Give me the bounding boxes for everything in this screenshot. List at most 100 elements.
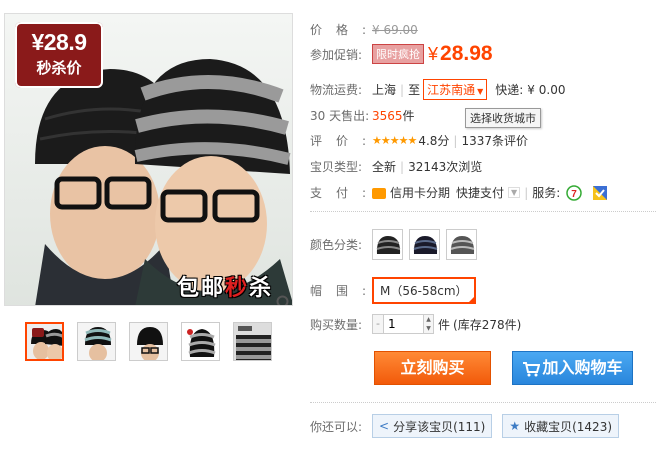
swatch-image <box>450 236 475 254</box>
item-type-label: 宝贝类型: <box>310 160 363 174</box>
price-badge: ¥28.9 秒杀价 <box>15 22 103 88</box>
thumbnail-1[interactable] <box>25 322 64 361</box>
add-to-cart-button[interactable]: 加入购物车 <box>512 351 633 385</box>
thumbnail-strip <box>25 322 272 361</box>
ship-to-word: 至 <box>408 83 421 97</box>
city-tooltip: 选择收货城市 <box>465 108 541 128</box>
reviews-link[interactable]: 1337条评价 <box>461 132 528 149</box>
color-swatch-1[interactable] <box>372 229 403 260</box>
overlay-text-left: 包邮 <box>177 276 226 301</box>
star-icon: ★ <box>509 419 521 433</box>
destination-value: 江苏南通 <box>427 83 476 97</box>
guarantee-icon[interactable] <box>592 185 608 201</box>
divider <box>310 402 656 403</box>
service-label: 服务: <box>532 186 561 200</box>
original-price: ¥ 69.00 <box>372 22 418 37</box>
separator: | <box>524 185 529 200</box>
size-label: 帽围: <box>310 284 381 298</box>
swatch-image <box>376 236 401 254</box>
chevron-down-icon: ▼ <box>477 87 484 96</box>
overlay-text-red: 秒 <box>225 276 250 301</box>
chevron-down-icon[interactable]: ▼ <box>508 187 521 198</box>
payment-row: 支付: 信用卡分期 快捷支付 ▼ | 服务: 7 <box>310 184 608 201</box>
zoom-icon[interactable] <box>275 294 293 306</box>
badge-price: ¥28.9 <box>31 29 87 55</box>
rating-row: 评价: ★★★★★ 4.8分 | 1337条评价 <box>310 132 528 149</box>
share-label: 你还可以: <box>310 419 363 434</box>
price-label: 价格: <box>310 23 381 37</box>
main-product-image[interactable]: ¥28.9 秒杀价 包邮秒杀 <box>4 13 293 306</box>
thumbnail-5[interactable] <box>233 322 272 361</box>
rating-score: 4.8分 <box>418 134 450 148</box>
sales-count: 3565 <box>372 108 403 123</box>
favorite-button-label: 收藏宝贝(1423) <box>524 419 613 434</box>
credit-installment-link[interactable]: 信用卡分期 <box>390 184 450 201</box>
increment-arrows[interactable]: ▲ ▼ <box>424 314 434 334</box>
color-swatches <box>372 229 477 260</box>
item-type-value: 全新 <box>372 160 397 174</box>
badge-text: 秒杀价 <box>36 59 82 77</box>
size-row: 帽围: M（56-58cm） <box>310 277 476 304</box>
thumbnail-image <box>78 323 115 360</box>
promo-tag: 限时疯抢 <box>372 44 424 64</box>
size-option-label: M（56-58cm） <box>380 284 468 298</box>
swatch-image <box>413 236 438 254</box>
cart-icon <box>523 361 541 376</box>
thumbnail-4[interactable] <box>181 322 220 361</box>
svg-text:7: 7 <box>572 189 578 200</box>
star-rating-icon: ★★★★★ <box>372 134 417 147</box>
thumbnail-2[interactable] <box>77 322 116 361</box>
quantity-row: 购买数量: - ▲▼ 件 (库存278件) <box>310 314 521 334</box>
destination-select[interactable]: 江苏南通 ▼ <box>423 79 488 100</box>
shipping-label: 物流运费: <box>310 83 363 97</box>
sales-label: 30 天售出: <box>310 109 370 123</box>
thumbnail-image <box>234 323 271 360</box>
color-label: 颜色分类: <box>310 238 363 252</box>
ship-from: 上海 <box>372 83 397 97</box>
overlay-text-right: 杀 <box>249 276 274 301</box>
decrement-button[interactable]: - <box>372 314 384 334</box>
separator: | <box>400 82 405 97</box>
view-count: 32143次浏览 <box>408 160 483 174</box>
separator: | <box>453 133 458 148</box>
free-shipping-overlay: 包邮秒杀 <box>177 270 273 302</box>
thumbnail-3[interactable] <box>129 322 168 361</box>
selected-check-icon <box>466 295 476 304</box>
sales-unit: 件 <box>402 109 415 123</box>
rating-label: 评价: <box>310 134 381 148</box>
size-option-m[interactable]: M（56-58cm） <box>372 277 476 304</box>
divider <box>310 211 656 212</box>
color-swatch-3[interactable] <box>446 229 477 260</box>
promo-row: 参加促销: 限时疯抢 ¥28.98 <box>310 42 493 66</box>
thumbnail-image <box>182 323 219 360</box>
seven-day-return-icon[interactable]: 7 <box>566 184 583 201</box>
payment-label: 支付: <box>310 186 381 200</box>
price-row: 价格: ¥ 69.00 <box>310 21 418 38</box>
express-label: 快递: <box>495 83 524 97</box>
share-button-label: 分享该宝贝(111) <box>393 419 486 434</box>
share-row: 你还可以: < 分享该宝贝(111) ★ 收藏宝贝(1423) <box>310 414 620 438</box>
credit-card-icon <box>372 188 386 199</box>
quantity-stepper: - ▲▼ <box>372 314 434 334</box>
promo-yen: ¥ <box>428 44 439 64</box>
stock-count: (库存278件) <box>453 317 522 332</box>
add-to-cart-label: 加入购物车 <box>542 358 623 377</box>
quick-pay-link[interactable]: 快捷支付 <box>456 184 504 201</box>
sales-row: 30 天售出: 3565 件 <box>310 107 415 124</box>
buy-now-button[interactable]: 立刻购买 <box>374 351 491 385</box>
promo-price-value: 28.98 <box>440 42 493 65</box>
share-button[interactable]: < 分享该宝贝(111) <box>372 414 493 438</box>
promo-price: ¥28.98 <box>428 42 493 66</box>
quantity-input[interactable] <box>384 314 424 334</box>
separator: | <box>400 159 405 174</box>
shipping-fee: ¥ 0.00 <box>527 82 566 97</box>
quantity-unit: 件 <box>438 317 451 332</box>
favorite-button[interactable]: ★ 收藏宝贝(1423) <box>502 414 620 438</box>
item-type-row: 宝贝类型: 全新 | 32143次浏览 <box>310 158 482 175</box>
thumbnail-image <box>27 324 62 359</box>
color-swatch-2[interactable] <box>409 229 440 260</box>
share-icon: < <box>379 419 390 433</box>
thumbnail-image <box>130 323 167 360</box>
color-row: 颜色分类: <box>310 229 477 260</box>
promo-label: 参加促销: <box>310 47 363 62</box>
